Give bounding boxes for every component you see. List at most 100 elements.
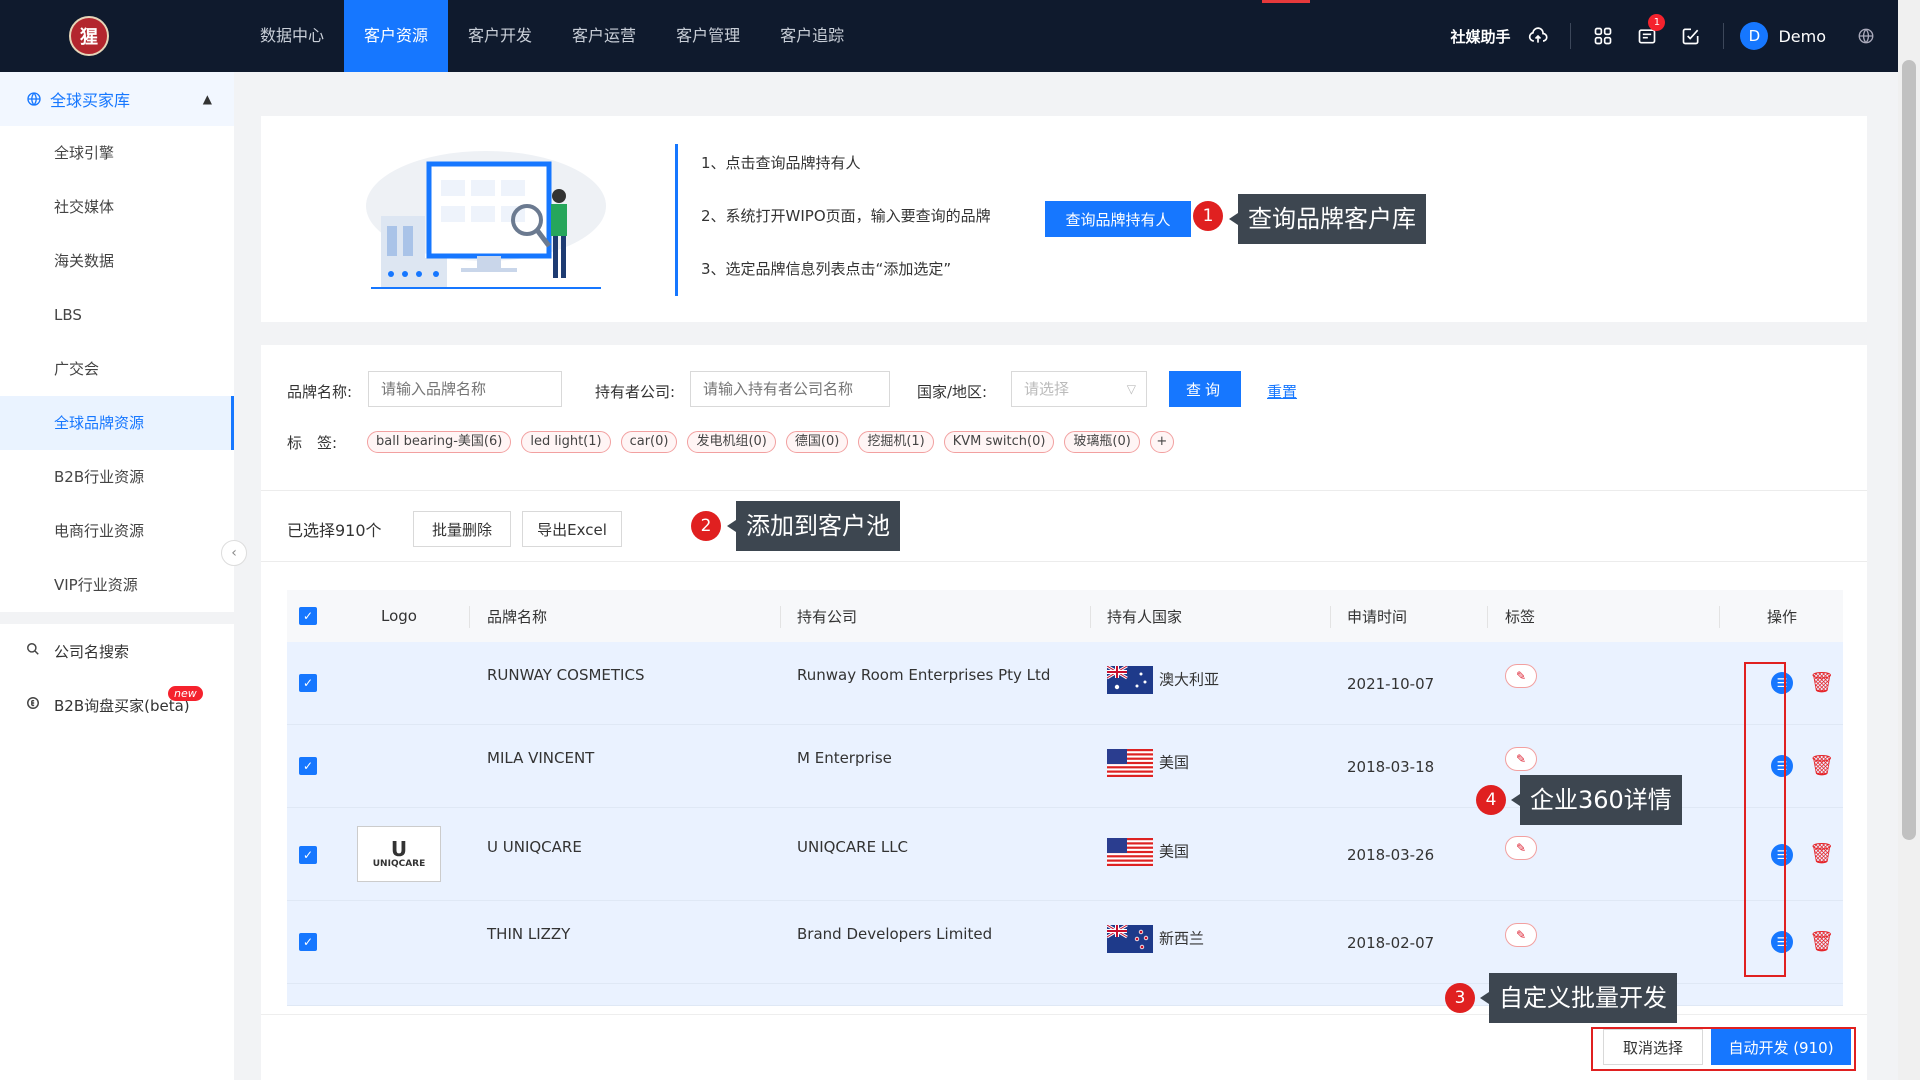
add-tag-button[interactable]: + [1149,431,1174,453]
country-name: 澳大利亚 [1159,670,1220,689]
nav-customer-operations[interactable]: 客户运营 [552,0,656,72]
holder-country: 新西兰 [1107,925,1204,953]
table-row[interactable]: ✓ RUNWAY COSMETICS Runway Room Enterpris… [287,642,1843,725]
holder-company-input[interactable] [690,371,890,407]
footer-buttons-highlight [1591,1027,1856,1071]
tag-chip[interactable]: car(0) [620,431,678,453]
brand-name: RUNWAY COSMETICS [487,666,645,684]
tag-chip[interactable]: 挖掘机(1) [858,431,934,453]
delete-icon[interactable]: 🗑 [1809,841,1834,865]
page-scrollbar[interactable] [1898,0,1920,1080]
edit-tag-icon[interactable]: ✎ [1505,664,1537,688]
edit-check-icon[interactable] [1679,24,1703,48]
callout-number-2: 2 [691,511,721,541]
sidebar-item-company-search[interactable]: 公司名搜索 [0,624,234,678]
row-checkbox[interactable]: ✓ [299,674,317,692]
country-name: 新西兰 [1159,929,1205,948]
australia-flag-icon [1107,666,1153,694]
scrollbar-thumb[interactable] [1902,60,1916,840]
social-assistant-label[interactable]: 社媒助手 [1450,26,1510,47]
country-region-label: 国家/地区: [917,383,988,401]
query-button[interactable]: 查询 [1169,371,1241,407]
delete-icon[interactable]: 🗑 [1809,753,1834,777]
query-brand-holder-button[interactable]: 查询品牌持有人 [1045,201,1191,237]
sidebar-group-label: 全球买家库 [50,91,131,110]
sidebar-item-lbs[interactable]: LBS [0,288,234,342]
apply-date: 2018-03-18 [1347,758,1435,776]
country-region-select[interactable]: 请选择 ▽ [1011,371,1147,407]
guide-step-2: 2、系统打开WIPO页面，输入要查询的品牌 [701,207,991,225]
selection-toolbar: 已选择910个 批量删除 导出Excel [261,490,1867,562]
tag-chip[interactable]: 发电机组(0) [687,431,776,453]
callout-enterprise-360-detail: 企业360详情 [1511,775,1682,825]
sidebar-item-global-brands[interactable]: 全球品牌资源 [0,396,234,450]
uniqcare-logo-mark: U [390,837,408,861]
nav-customer-development[interactable]: 客户开发 [448,0,552,72]
tag-chip[interactable]: led light(1) [521,431,611,453]
sidebar-item-vip-industry[interactable]: VIP行业资源 [0,558,234,612]
sidebar-item-b2b-inquiry[interactable]: B2B询盘买家(beta) new [0,678,234,732]
edit-tag-icon[interactable]: ✎ [1505,836,1537,860]
top-accent-line [1262,0,1310,3]
apply-date: 2018-02-07 [1347,934,1435,952]
message-icon[interactable]: 1 [1635,14,1666,48]
sidebar-item-ecommerce-industry[interactable]: 电商行业资源 [0,504,234,558]
cloud-upload-icon[interactable] [1526,24,1550,48]
col-header-company: 持有公司 [797,607,858,626]
export-excel-button[interactable]: 导出Excel [522,511,622,547]
selected-count: 已选择910个 [287,521,382,540]
apps-grid-icon[interactable] [1591,24,1615,48]
sidebar-group-global-buyers[interactable]: 全球买家库 ▲ [0,72,234,126]
brand-name-input[interactable] [368,371,562,407]
reset-link[interactable]: 重置 [1267,381,1297,402]
chevron-up-icon[interactable]: ▲ [203,92,212,106]
user-name[interactable]: Demo [1778,27,1826,46]
globe-icon[interactable] [1854,24,1878,48]
row-checkbox[interactable]: ✓ [299,933,317,951]
sidebar-item-label: 公司名搜索 [54,642,130,661]
holder-company-label: 持有者公司: [595,383,676,401]
country-name: 美国 [1159,842,1190,861]
table-header: ✓ Logo 品牌名称 持有公司 持有人国家 申请时间 标签 操作 [287,590,1843,642]
edit-tag-icon[interactable]: ✎ [1505,747,1537,771]
row-checkbox[interactable]: ✓ [299,757,317,775]
col-header-brand: 品牌名称 [487,607,548,626]
tag-chip[interactable]: ball bearing-美国(6) [367,431,512,453]
batch-delete-button[interactable]: 批量删除 [413,511,511,547]
brand-name: MILA VINCENT [487,749,595,767]
app-logo[interactable]: 猩 [69,16,109,56]
nav-customer-resources[interactable]: 客户资源 [344,0,449,72]
sidebar-item-social-media[interactable]: 社交媒体 [0,180,234,234]
sidebar-item-b2b-industry[interactable]: B2B行业资源 [0,450,234,504]
sidebar: 全球买家库 ▲ 全球引擎 社交媒体 海关数据 LBS 广交会 全球品牌资源 B2… [0,72,234,1080]
edit-tag-icon[interactable]: ✎ [1505,923,1537,947]
holder-country: 美国 [1107,838,1189,866]
callout-number-1: 1 [1193,201,1223,231]
tag-chip[interactable]: 玻璃瓶(0) [1064,431,1140,453]
tag-chip[interactable]: KVM switch(0) [943,431,1055,453]
sidebar-item-canton-fair[interactable]: 广交会 [0,342,234,396]
usa-flag-icon [1107,838,1153,866]
nav-customer-management[interactable]: 客户管理 [656,0,760,72]
inquiry-icon [26,696,46,714]
usa-flag-icon [1107,749,1153,777]
uniqcare-logo-text: UNIQCARE [372,859,426,869]
sidebar-item-global-engine[interactable]: 全球引擎 [0,126,234,180]
brand-name: THIN LIZZY [487,925,571,943]
sidebar-divider [0,612,234,624]
nav-customer-tracking[interactable]: 客户追踪 [760,0,864,72]
table-row[interactable]: ✓ THIN LIZZY Brand Developers Limited 新西… [287,901,1843,984]
callout-number-4: 4 [1476,785,1506,815]
holder-company: M Enterprise [797,749,892,767]
nav-data-center[interactable]: 数据中心 [240,0,344,72]
user-avatar[interactable]: D [1740,22,1769,50]
delete-icon[interactable]: 🗑 [1809,929,1834,953]
select-all-checkbox[interactable]: ✓ [299,607,317,625]
chevron-left-icon[interactable]: ‹ [221,540,247,566]
row-checkbox[interactable]: ✓ [299,846,317,864]
delete-icon[interactable]: 🗑 [1809,670,1834,694]
sidebar-item-customs-data[interactable]: 海关数据 [0,234,234,288]
tag-chip[interactable]: 德国(0) [785,431,849,453]
detail-icons-highlight [1744,662,1786,977]
callout-query-brand-library: 查询品牌客户库 [1229,194,1426,244]
